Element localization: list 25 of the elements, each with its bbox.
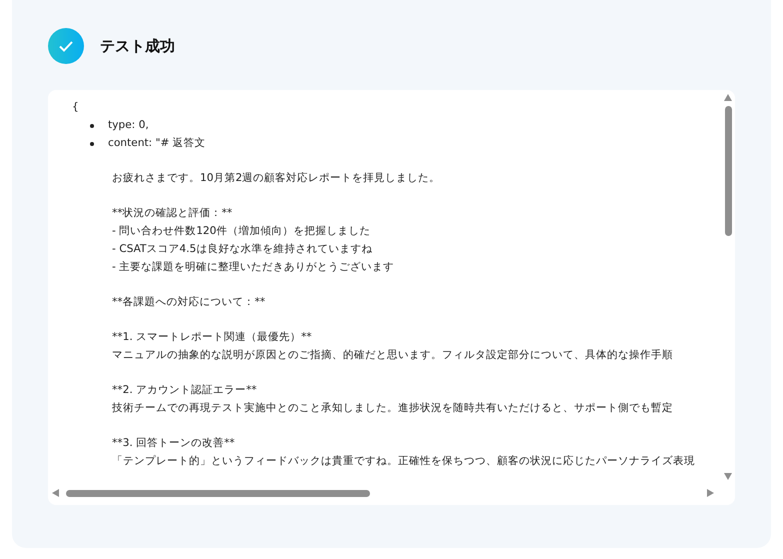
output-line: 技術チームでの再現テスト実施中とのこと承知しました。進捗状況を随時共有いただけると、サポート側でも暫定 [112, 401, 674, 416]
output-line: お疲れさまです。10月第2週の顧客対応レポートを拝見しました。 [112, 171, 442, 186]
output-line: - 主要な課題を明確に整理いただきありがとうございます [112, 260, 396, 275]
scroll-right-icon[interactable] [707, 489, 715, 497]
bullet-icon [90, 142, 94, 146]
output-line: - CSATスコア4.5は良好な水準を維持されていますね [112, 242, 374, 257]
output-line: { [72, 100, 80, 115]
output-line: type: 0, [108, 118, 149, 133]
output-line: content: "# 返答文 [108, 136, 206, 151]
vertical-scrollbar-thumb[interactable] [724, 106, 732, 236]
output-line: - 問い合わせ件数120件（増加傾向）を把握しました [112, 224, 372, 239]
output-line: **状況の確認と評価：** [112, 206, 234, 221]
output-line: 「テンプレート的」というフィードバックは貴重ですね。正確性を保ちつつ、顧客の状況に応じたパーソナライズ表現 [112, 454, 696, 469]
bullet-icon [90, 124, 94, 128]
scroll-up-icon[interactable] [724, 94, 732, 102]
output-line: **2. アカウント認証エラー** [112, 383, 258, 398]
success-icon [48, 28, 84, 64]
scroll-down-icon[interactable] [724, 473, 732, 481]
output-line: **1. スマートレポート関連（最優先）** [112, 330, 313, 345]
output-line: マニュアルの抽象的な説明が原因とのご指摘、的確だと思います。フィルタ設定部分について、具体的な操作手順 [112, 348, 674, 363]
scroll-left-icon[interactable] [52, 489, 60, 497]
horizontal-scrollbar-thumb[interactable] [66, 490, 370, 496]
output-line: **3. 回答トーンの改善** [112, 436, 236, 451]
output-line: **各課題への対応について：** [112, 295, 266, 310]
result-title: テスト成功 [100, 36, 175, 56]
